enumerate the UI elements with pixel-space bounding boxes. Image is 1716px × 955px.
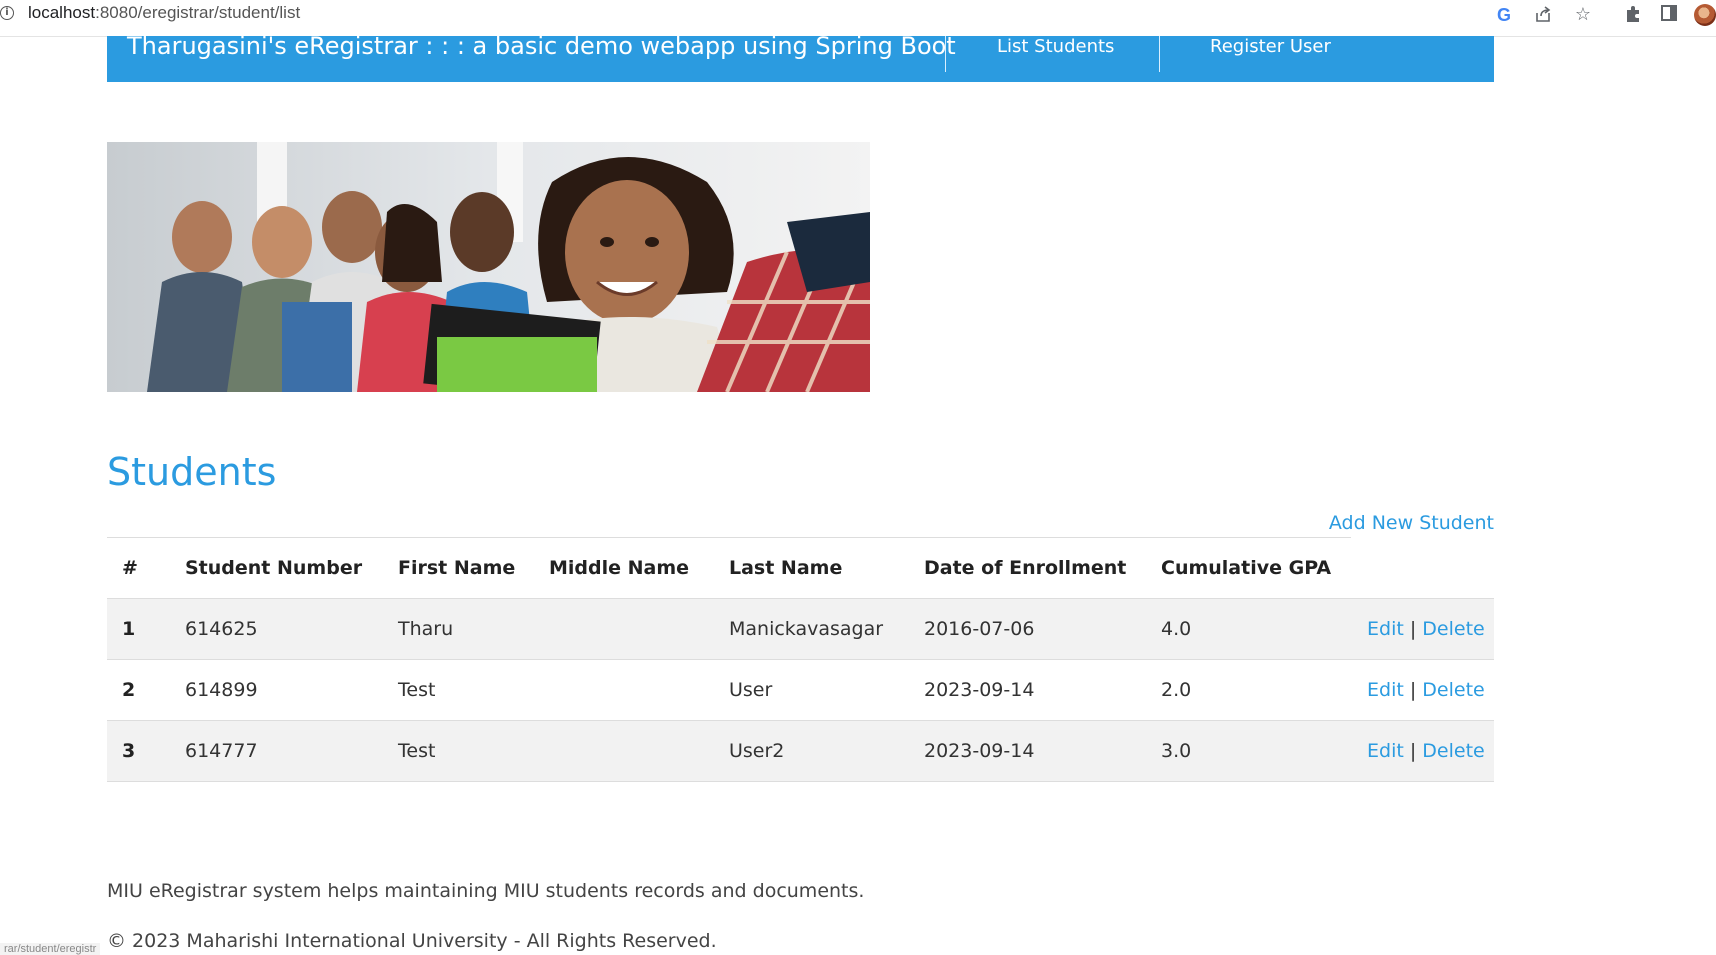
page-title: Students (107, 450, 277, 494)
middle-name-cell (549, 659, 729, 721)
nav-register-user[interactable]: Register User (1210, 36, 1331, 57)
status-bar-url: rar/student/eregistr (0, 943, 101, 955)
gpa-cell: 2.0 (1161, 659, 1351, 721)
enrollment-cell: 2016-07-06 (924, 598, 1161, 660)
row-number: 2 (107, 659, 185, 721)
column-header-middle-name: Middle Name (549, 537, 729, 599)
extensions-icon[interactable] (1622, 4, 1644, 26)
row-number: 1 (107, 598, 185, 660)
column-header-gpa: Cumulative GPA (1161, 537, 1351, 599)
student-number-cell: 614625 (185, 598, 398, 660)
nav-list-students[interactable]: List Students (997, 36, 1114, 57)
actions-cell: Edit | Delete (1351, 720, 1494, 782)
table-row: 2 614899 Test User 2023-09-14 2.0 Edit |… (107, 659, 1494, 721)
column-header-num: # (107, 537, 185, 599)
action-separator: | (1409, 679, 1417, 701)
edit-link[interactable]: Edit (1367, 740, 1404, 762)
middle-name-cell (549, 598, 729, 660)
nav-divider (1159, 36, 1160, 72)
site-header: Tharugasini's eRegistrar : : : a basic d… (107, 32, 1494, 82)
first-name-cell: Test (398, 720, 549, 782)
url-path: :8080/eregistrar/student/list (95, 3, 301, 22)
column-header-enrollment: Date of Enrollment (924, 537, 1161, 599)
column-header-last-name: Last Name (729, 537, 924, 599)
action-separator: | (1409, 740, 1417, 762)
footer-copyright: © 2023 Maharishi International Universit… (107, 930, 717, 952)
delete-link[interactable]: Delete (1422, 740, 1484, 762)
address-bar[interactable]: localhost:8080/eregistrar/student/list (28, 3, 300, 23)
first-name-cell: Tharu (398, 598, 549, 660)
site-title[interactable]: Tharugasini's eRegistrar : : : a basic d… (127, 32, 956, 60)
students-table: # Student Number First Name Middle Name … (107, 537, 1494, 782)
enrollment-cell: 2023-09-14 (924, 720, 1161, 782)
column-header-actions (1351, 537, 1494, 599)
star-icon[interactable]: ☆ (1572, 4, 1594, 26)
delete-link[interactable]: Delete (1422, 618, 1484, 640)
student-number-cell: 614777 (185, 720, 398, 782)
share-icon[interactable] (1532, 4, 1554, 26)
last-name-cell: User (729, 659, 924, 721)
last-name-cell: User2 (729, 720, 924, 782)
info-icon[interactable]: i (0, 6, 14, 20)
edit-link[interactable]: Edit (1367, 618, 1404, 640)
actions-cell: Edit | Delete (1351, 659, 1494, 721)
action-separator: | (1409, 618, 1417, 640)
actions-cell: Edit | Delete (1351, 598, 1494, 660)
delete-link[interactable]: Delete (1422, 679, 1484, 701)
table-row: 1 614625 Tharu Manickavasagar 2016-07-06… (107, 598, 1494, 660)
table-header-row: # Student Number First Name Middle Name … (107, 537, 1494, 599)
enrollment-cell: 2023-09-14 (924, 659, 1161, 721)
hero-image (107, 142, 870, 392)
column-header-student-number: Student Number (185, 537, 398, 599)
gpa-cell: 4.0 (1161, 598, 1351, 660)
middle-name-cell (549, 720, 729, 782)
table-row: 3 614777 Test User2 2023-09-14 3.0 Edit … (107, 720, 1494, 782)
sidepanel-icon[interactable] (1658, 4, 1680, 26)
edit-link[interactable]: Edit (1367, 679, 1404, 701)
first-name-cell: Test (398, 659, 549, 721)
student-number-cell: 614899 (185, 659, 398, 721)
avatar-icon[interactable] (1694, 4, 1716, 26)
url-host: localhost (28, 3, 96, 22)
footer-description: MIU eRegistrar system helps maintaining … (107, 880, 865, 902)
row-number: 3 (107, 720, 185, 782)
add-new-student-link[interactable]: Add New Student (1329, 512, 1494, 534)
column-header-first-name: First Name (398, 537, 549, 599)
gpa-cell: 3.0 (1161, 720, 1351, 782)
nav-divider (945, 36, 946, 72)
last-name-cell: Manickavasagar (729, 598, 924, 660)
google-icon[interactable]: G (1493, 4, 1515, 26)
